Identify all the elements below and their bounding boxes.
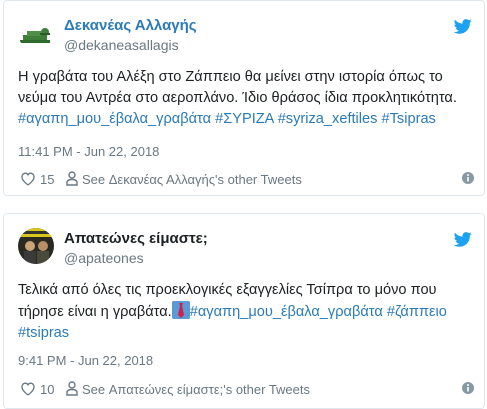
avatar[interactable] bbox=[18, 228, 54, 264]
hashtag[interactable]: #ζάππειο bbox=[387, 304, 447, 320]
info-icon[interactable] bbox=[462, 172, 474, 184]
twitter-bird-icon[interactable] bbox=[454, 232, 472, 247]
screen-name[interactable]: @dekaneasallagis bbox=[64, 37, 179, 53]
display-name[interactable]: Απατεώνες είμαστε; bbox=[64, 230, 208, 248]
profile-link-text: See Απατεώνες είμαστε;'s other Tweets bbox=[82, 382, 311, 397]
tweet-card: Δεκανέας Αλλαγής @dekaneasallagis Η γραβ… bbox=[3, 0, 485, 196]
heart-icon bbox=[21, 172, 35, 186]
necktie-emoji bbox=[171, 301, 190, 319]
tweet-body: τήρησε είναι η γραβάτα. bbox=[18, 304, 172, 320]
timestamp[interactable]: 9:41 PM - Jun 22, 2018 bbox=[18, 353, 153, 369]
person-icon bbox=[66, 171, 78, 186]
tweet-text: Η γραβάτα του Αλέξη στο Ζάππειο θα μείνε… bbox=[18, 67, 478, 130]
hashtag[interactable]: #ΣΥΡΙΖΑ bbox=[215, 111, 274, 127]
tweet-header: Δεκανέας Αλλαγής @dekaneasallagis bbox=[18, 15, 474, 55]
info-icon[interactable] bbox=[462, 382, 474, 394]
screen-name[interactable]: @apateones bbox=[64, 250, 144, 266]
heart-icon bbox=[21, 382, 35, 396]
tweet-body: Η γραβάτα του Αλέξη στο Ζάππειο θα μείνε… bbox=[18, 69, 457, 106]
twitter-bird-icon[interactable] bbox=[454, 19, 472, 34]
person-icon bbox=[66, 381, 78, 396]
hashtag[interactable]: #αγαπη_μου_έβαλα_γραβάτα bbox=[190, 304, 383, 320]
hashtag[interactable]: #tsipras bbox=[18, 325, 69, 341]
tweet-actions: 10 See Απατεώνες είμαστε;'s other Tweets bbox=[18, 379, 474, 399]
display-name[interactable]: Δεκανέας Αλλαγής bbox=[64, 17, 197, 35]
tweet-body: Τελικά από όλες τις προεκλογικές εξαγγελ… bbox=[18, 282, 437, 298]
tweet-card: Απατεώνες είμαστε; @apateones Τελικά από… bbox=[3, 213, 485, 409]
hashtag[interactable]: #Tsipras bbox=[382, 111, 436, 127]
hashtag[interactable]: #αγαπη_μου_έβαλα_γραβάτα bbox=[18, 111, 211, 127]
profile-link-text: See Δεκανέας Αλλαγής's other Tweets bbox=[82, 172, 302, 187]
tweet-actions: 15 See Δεκανέας Αλλαγής's other Tweets bbox=[18, 169, 474, 189]
hashtag[interactable]: #syriza_xeftiles bbox=[278, 111, 378, 127]
timestamp[interactable]: 11:41 PM - Jun 22, 2018 bbox=[18, 144, 159, 160]
like-count: 15 bbox=[40, 172, 55, 187]
like-count: 10 bbox=[40, 382, 55, 397]
tweet-header: Απατεώνες είμαστε; @apateones bbox=[18, 228, 474, 268]
tweet-text: Τελικά από όλες τις προεκλογικές εξαγγελ… bbox=[18, 280, 478, 344]
avatar[interactable] bbox=[18, 15, 54, 51]
